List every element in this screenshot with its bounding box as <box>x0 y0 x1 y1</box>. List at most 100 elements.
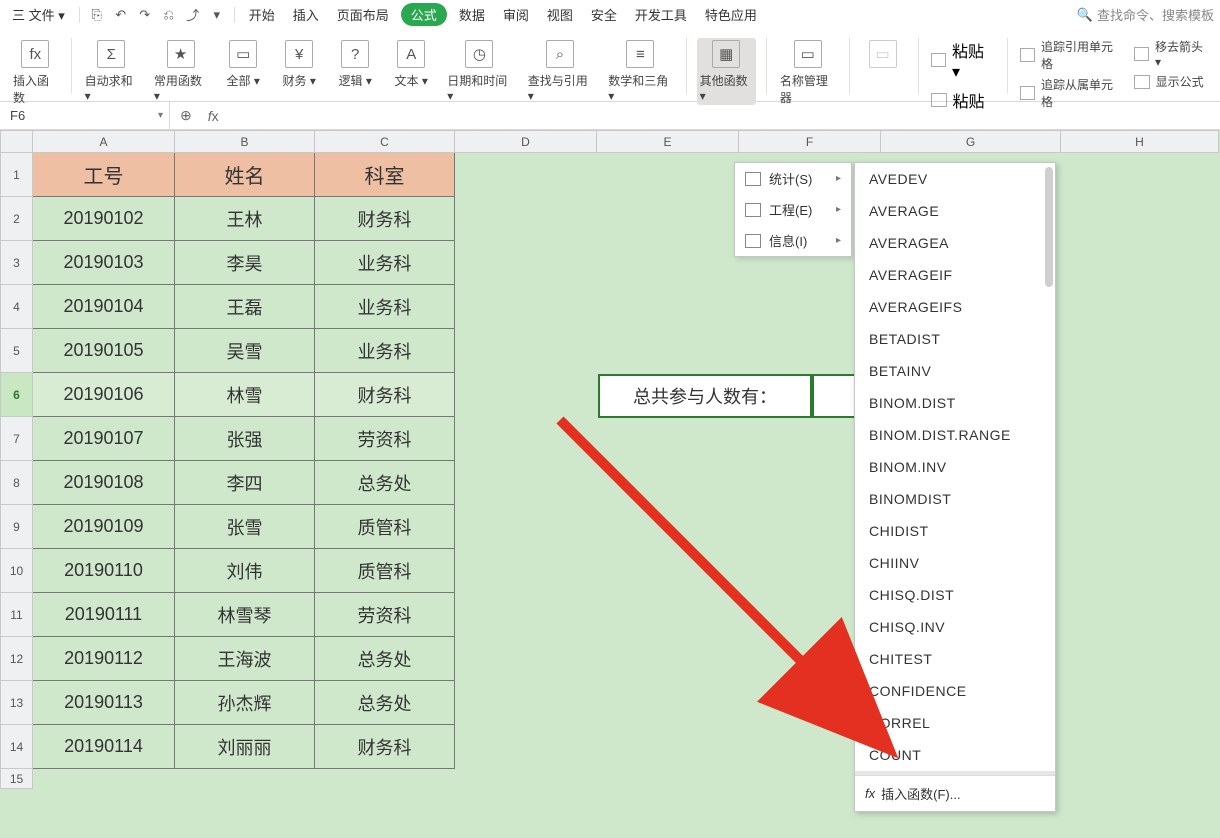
function-item[interactable]: AVEDEV <box>855 163 1055 195</box>
trace-dependents[interactable]: 追踪从属单元格 <box>1020 76 1122 110</box>
cell[interactable] <box>597 769 739 789</box>
row-header[interactable]: 11 <box>1 593 33 637</box>
cell[interactable] <box>597 681 739 725</box>
cell[interactable] <box>597 285 739 329</box>
tab-formula[interactable]: 公式 <box>401 3 447 26</box>
function-item[interactable]: COUNTA <box>855 771 1055 775</box>
ribbon-btn-6[interactable]: A文本 ▾ <box>388 38 434 91</box>
function-item[interactable]: AVERAGEIF <box>855 259 1055 291</box>
function-item[interactable]: BINOM.DIST <box>855 387 1055 419</box>
cell[interactable]: 20190104 <box>33 285 175 329</box>
cell[interactable] <box>455 461 597 505</box>
cell[interactable]: 20190103 <box>33 241 175 285</box>
qat-icon[interactable]: ⎘ <box>88 6 106 24</box>
cell[interactable] <box>455 769 597 789</box>
cell[interactable] <box>455 373 597 417</box>
cell[interactable]: 林雪 <box>175 373 315 417</box>
tab-insert[interactable]: 插入 <box>287 3 325 26</box>
cell[interactable]: 工号 <box>33 153 175 197</box>
cell[interactable] <box>1061 241 1219 285</box>
cell[interactable]: 姓名 <box>175 153 315 197</box>
tab-data[interactable]: 数据 <box>453 3 491 26</box>
cell[interactable] <box>455 285 597 329</box>
cell[interactable] <box>455 681 597 725</box>
cell[interactable]: 20190112 <box>33 637 175 681</box>
function-item[interactable]: CONFIDENCE <box>855 675 1055 707</box>
cell[interactable]: 科室 <box>315 153 455 197</box>
trace-precedents[interactable]: 追踪引用单元格 <box>1020 38 1122 72</box>
cell[interactable]: 业务科 <box>315 241 455 285</box>
cell[interactable]: 20190111 <box>33 593 175 637</box>
cell[interactable]: 财务科 <box>315 725 455 769</box>
qat-icon[interactable]: ▾ <box>208 6 226 24</box>
tab-special[interactable]: 特色应用 <box>699 3 763 26</box>
cell[interactable]: 20190110 <box>33 549 175 593</box>
row-header[interactable]: 4 <box>1 285 33 329</box>
cell[interactable]: 劳资科 <box>315 593 455 637</box>
cell[interactable] <box>1061 505 1219 549</box>
cell[interactable] <box>597 549 739 593</box>
cell[interactable] <box>1061 593 1219 637</box>
cell[interactable] <box>1061 637 1219 681</box>
cell[interactable] <box>597 153 739 197</box>
row-header[interactable]: 10 <box>1 549 33 593</box>
cell[interactable] <box>315 769 455 789</box>
ribbon-btn-0[interactable]: fx插入函数 <box>10 38 61 108</box>
ribbon-btn-9[interactable]: ≡数学和三角 ▾ <box>605 38 675 105</box>
cell[interactable] <box>455 241 597 285</box>
col-header[interactable]: D <box>455 131 597 153</box>
cell[interactable]: 李四 <box>175 461 315 505</box>
cell[interactable]: 王磊 <box>175 285 315 329</box>
label-cell[interactable]: 总共参与人数有： <box>598 374 812 418</box>
col-header[interactable]: C <box>315 131 455 153</box>
cell[interactable]: 王林 <box>175 197 315 241</box>
cell[interactable] <box>597 241 739 285</box>
cell[interactable] <box>1061 329 1219 373</box>
cell[interactable]: 张强 <box>175 417 315 461</box>
qat-icon[interactable]: ↶ <box>112 6 130 24</box>
scrollbar[interactable] <box>1045 167 1053 287</box>
cell[interactable] <box>1061 373 1219 417</box>
cell[interactable]: 业务科 <box>315 329 455 373</box>
row-header[interactable]: 5 <box>1 329 33 373</box>
function-item[interactable]: BINOMDIST <box>855 483 1055 515</box>
function-item[interactable]: BETADIST <box>855 323 1055 355</box>
cell[interactable]: 20190105 <box>33 329 175 373</box>
submenu-item-info[interactable]: 信息(I)▸ <box>735 225 851 256</box>
function-item[interactable]: BINOM.DIST.RANGE <box>855 419 1055 451</box>
cell[interactable]: 刘伟 <box>175 549 315 593</box>
row-header[interactable]: 14 <box>1 725 33 769</box>
qat-icon[interactable]: ⤴ <box>184 6 202 24</box>
cell[interactable] <box>1061 417 1219 461</box>
cell[interactable] <box>597 417 739 461</box>
insert-function-footer[interactable]: fx 插入函数(F)... <box>855 775 1055 811</box>
cell[interactable] <box>1061 725 1219 769</box>
name-box[interactable]: F6 ▾ <box>0 102 170 129</box>
cell[interactable]: 林雪琴 <box>175 593 315 637</box>
cell[interactable]: 总务处 <box>315 461 455 505</box>
cell[interactable]: 李昊 <box>175 241 315 285</box>
cell[interactable] <box>1061 197 1219 241</box>
row-header[interactable]: 3 <box>1 241 33 285</box>
cell[interactable]: 20190114 <box>33 725 175 769</box>
cell[interactable] <box>33 769 175 789</box>
cell[interactable] <box>597 593 739 637</box>
row-header[interactable]: 9 <box>1 505 33 549</box>
cell[interactable]: 20190109 <box>33 505 175 549</box>
remove-arrows[interactable]: 移去箭头 ▾ <box>1134 38 1210 69</box>
cell[interactable]: 财务科 <box>315 373 455 417</box>
cell[interactable] <box>1061 285 1219 329</box>
qat-icon[interactable]: ↷ <box>136 6 154 24</box>
select-all-corner[interactable] <box>1 131 33 153</box>
cell[interactable] <box>597 197 739 241</box>
cell[interactable] <box>175 769 315 789</box>
cell[interactable]: 20190106 <box>33 373 175 417</box>
show-formula[interactable]: 显示公式 <box>1134 73 1210 90</box>
cell[interactable]: 总务处 <box>315 637 455 681</box>
cell[interactable] <box>597 461 739 505</box>
tab-dev[interactable]: 开发工具 <box>629 3 693 26</box>
function-item[interactable]: BINOM.INV <box>855 451 1055 483</box>
cell[interactable]: 20190108 <box>33 461 175 505</box>
ribbon-btn-10[interactable]: ▦其他函数 ▾ <box>697 38 756 105</box>
function-item[interactable]: CHISQ.DIST <box>855 579 1055 611</box>
